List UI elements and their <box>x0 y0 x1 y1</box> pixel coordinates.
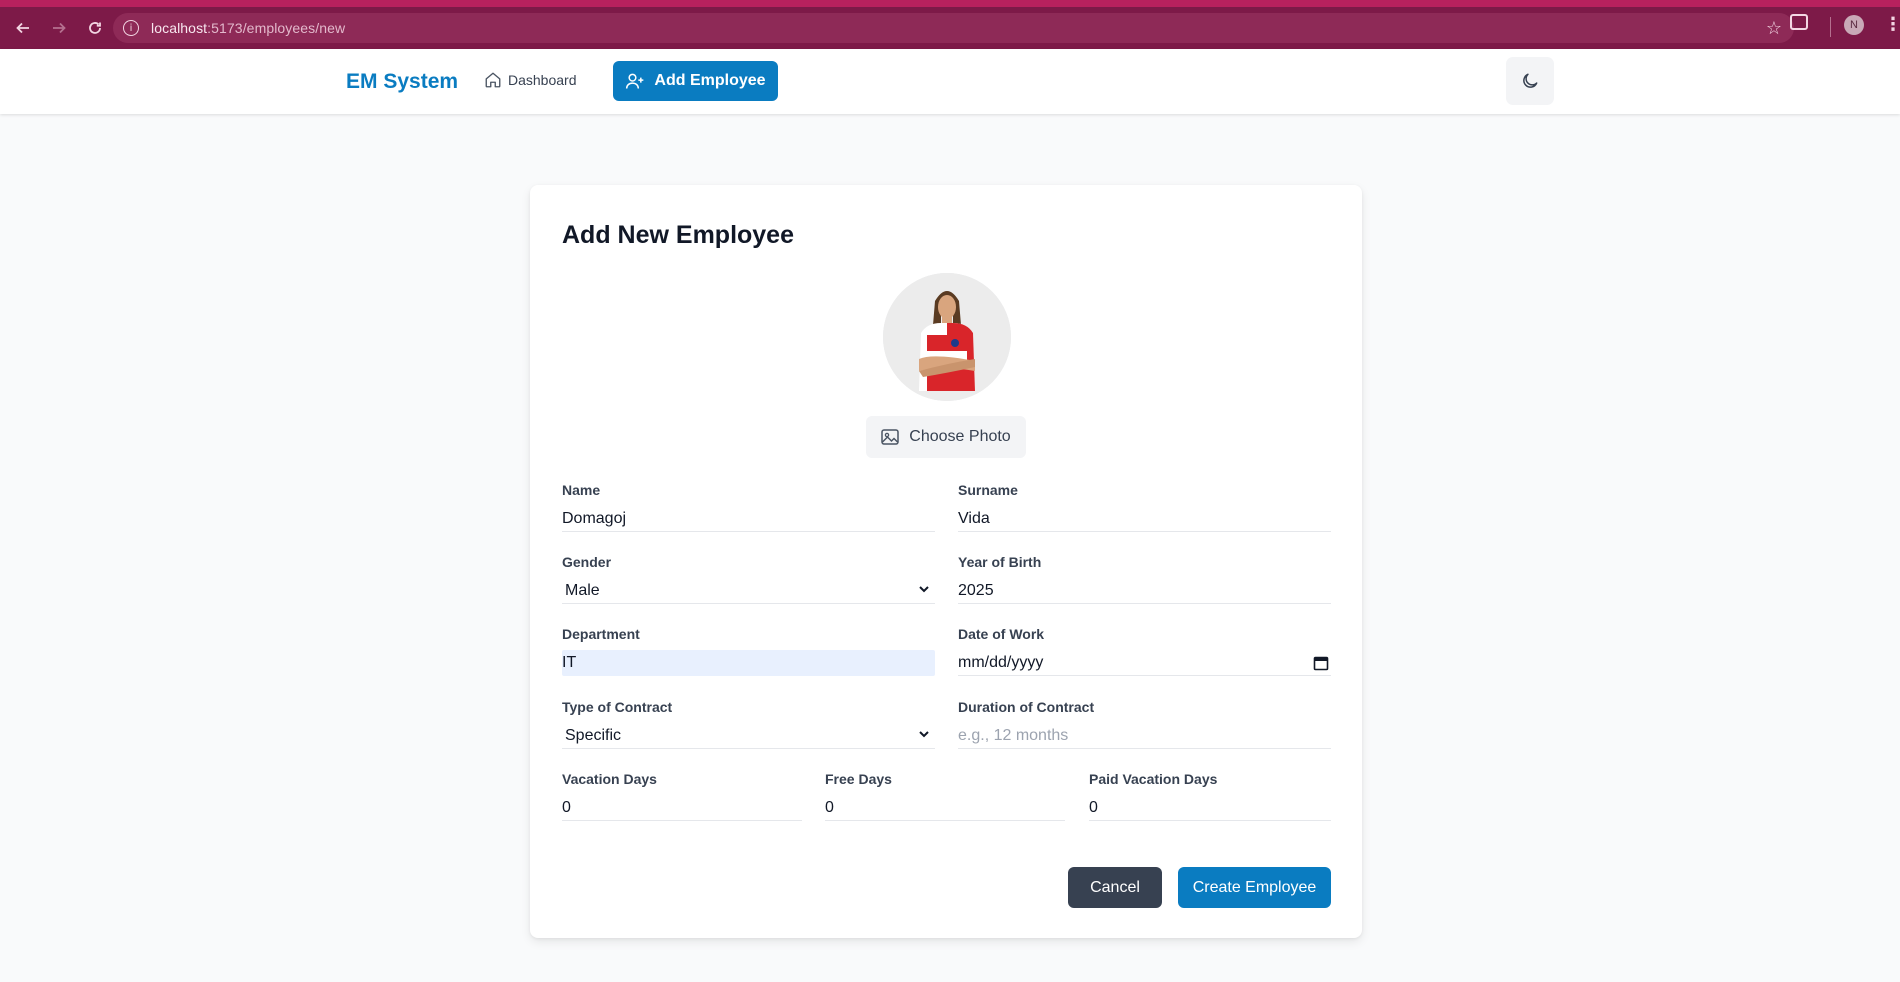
department-field-group: Department IT <box>562 626 935 676</box>
vacation-days-input[interactable]: 0 <box>562 795 802 821</box>
contract-type-label: Type of Contract <box>562 699 673 715</box>
home-icon <box>485 72 501 88</box>
player-photo-image <box>883 273 1011 401</box>
date-of-work-placeholder: mm/dd/yyyy <box>958 653 1044 671</box>
app-navbar: EM System Dashboard Add Employee <box>0 49 1900 114</box>
contract-duration-label: Duration of Contract <box>958 699 1095 715</box>
name-input[interactable]: Domagoj <box>562 506 935 532</box>
year-of-birth-field-group: Year of Birth 2025 <box>958 554 1331 604</box>
contract-type-field-group: Type of Contract Specific <box>562 699 935 749</box>
chevron-down-icon <box>919 586 929 593</box>
free-days-field-group: Free Days 0 <box>825 771 1065 821</box>
nav-add-employee-label: Add Employee <box>654 72 766 89</box>
moon-icon <box>1523 73 1538 88</box>
browser-toolbar: i localhost:5173/employees/new ☆ <box>0 7 1900 49</box>
browser-chrome: i localhost:5173/employees/new ☆ N ⋮ <box>0 0 1900 49</box>
browser-menu-icon[interactable]: ⋮ <box>1884 14 1900 35</box>
choose-photo-label: Choose Photo <box>909 428 1011 445</box>
free-days-input[interactable]: 0 <box>825 795 1065 821</box>
chevron-down-icon <box>919 731 929 738</box>
free-days-label: Free Days <box>825 771 892 787</box>
reload-icon[interactable] <box>84 17 106 39</box>
surname-label: Surname <box>958 482 1018 498</box>
site-info-icon[interactable]: i <box>123 20 139 36</box>
url-text: localhost:5173/employees/new <box>151 20 346 36</box>
name-label: Name <box>562 482 601 498</box>
nav-dashboard-link[interactable]: Dashboard <box>484 71 577 89</box>
calendar-icon[interactable] <box>1313 655 1329 671</box>
profile-avatar[interactable]: N <box>1844 15 1864 35</box>
create-employee-button[interactable]: Create Employee <box>1178 867 1331 908</box>
contract-duration-field-group: Duration of Contract e.g., 12 months <box>958 699 1331 749</box>
forward-icon[interactable] <box>48 17 70 39</box>
image-icon <box>881 429 900 445</box>
vacation-days-field-group: Vacation Days 0 <box>562 771 802 821</box>
nav-dashboard-label: Dashboard <box>508 72 577 88</box>
contract-duration-input[interactable]: e.g., 12 months <box>958 723 1331 749</box>
surname-input[interactable]: Vida <box>958 506 1331 532</box>
bookmark-star-icon[interactable]: ☆ <box>1766 18 1782 39</box>
gender-select[interactable]: Male <box>562 578 935 604</box>
name-field-group: Name Domagoj <box>562 482 935 532</box>
employee-photo <box>883 273 1011 401</box>
year-of-birth-label: Year of Birth <box>958 554 1042 570</box>
add-employee-card: Add New Employee Choose Photo Name Domag… <box>530 185 1362 938</box>
department-label: Department <box>562 626 640 642</box>
back-icon[interactable] <box>12 17 34 39</box>
department-input[interactable]: IT <box>562 650 935 676</box>
paid-vacation-days-field-group: Paid Vacation Days 0 <box>1089 771 1331 821</box>
brand-logo[interactable]: EM System <box>346 70 458 94</box>
surname-field-group: Surname Vida <box>958 482 1331 532</box>
nav-add-employee-button[interactable]: Add Employee <box>613 61 778 101</box>
extensions-icon[interactable] <box>1790 14 1808 30</box>
paid-vacation-days-input[interactable]: 0 <box>1089 795 1331 821</box>
gender-label: Gender <box>562 554 612 570</box>
cancel-button[interactable]: Cancel <box>1068 867 1162 908</box>
contract-type-selected-value: Specific <box>565 726 622 744</box>
gender-field-group: Gender Male <box>562 554 935 604</box>
vacation-days-label: Vacation Days <box>562 771 657 787</box>
date-of-work-input[interactable]: mm/dd/yyyy <box>958 650 1331 676</box>
user-plus-icon <box>626 73 644 89</box>
address-bar[interactable]: i localhost:5173/employees/new ☆ <box>113 13 1794 43</box>
choose-photo-button[interactable]: Choose Photo <box>866 416 1026 458</box>
toolbar-divider <box>1830 17 1831 37</box>
date-of-work-field-group: Date of Work mm/dd/yyyy <box>958 626 1331 676</box>
paid-vacation-days-label: Paid Vacation Days <box>1089 771 1218 787</box>
contract-type-select[interactable]: Specific <box>562 723 935 749</box>
tab-strip <box>0 0 1900 7</box>
theme-toggle-button[interactable] <box>1506 57 1554 105</box>
date-of-work-label: Date of Work <box>958 626 1045 642</box>
page-title: Add New Employee <box>562 221 794 249</box>
gender-selected-value: Male <box>565 581 600 599</box>
year-of-birth-input[interactable]: 2025 <box>958 578 1331 604</box>
